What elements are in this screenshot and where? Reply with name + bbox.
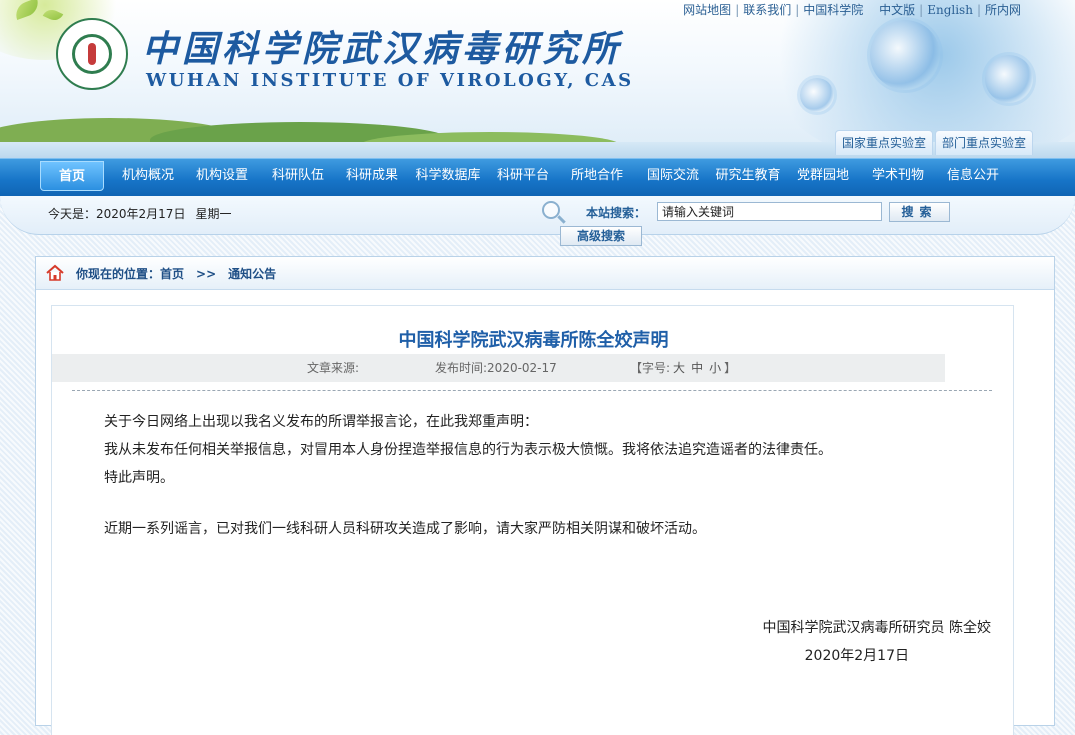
- article-paragraph: 近期一系列谣言，已对我们一线科研人员科研攻关造成了影响，请大家严防相关阴谋和破坏…: [104, 521, 706, 537]
- article-paragraph: 我从未发布任何相关举报信息，对冒用本人身份捏造举报信息的行为表示极大愤慨。我将依…: [104, 442, 832, 458]
- breadcrumb-home[interactable]: 你现在的位置：首页: [76, 267, 184, 281]
- today-date: 今天是：2020年2月17日 星期一: [48, 205, 231, 222]
- article-publish-time: 发布时间:2020-02-17: [435, 361, 557, 375]
- nav-research-team[interactable]: 科研队伍: [262, 159, 334, 197]
- article-paragraph: 关于今日网络上出现以我名义发布的所谓举报言论，在此我郑重声明：: [104, 414, 538, 430]
- search-label: 本站搜索：: [586, 206, 647, 220]
- today-weekday: 星期一: [195, 207, 232, 221]
- link-cas[interactable]: 中国科学院: [803, 3, 863, 17]
- article-signature: 中国科学院武汉病毒所研究员 陈全姣: [762, 620, 991, 636]
- breadcrumb-text: 你现在的位置：首页 >> 通知公告: [76, 265, 276, 282]
- advanced-search-button[interactable]: 高级搜索: [560, 226, 642, 246]
- link-contact[interactable]: 联系我们: [743, 3, 791, 17]
- search-icon: [542, 201, 560, 219]
- font-size-control: 【字号: 大中小】: [630, 361, 737, 375]
- site-title-en: WUHAN INSTITUTE OF VIROLOGY, CAS: [146, 70, 634, 91]
- main-nav: 首页 机构概况 机构设置 科研队伍 科研成果 科学数据库 科研平台 所地合作 国…: [0, 158, 1075, 197]
- font-size-small[interactable]: 小: [709, 361, 721, 375]
- nav-about[interactable]: 机构概况: [112, 159, 184, 197]
- top-links: 网站地图 | 联系我们 | 中国科学院 中文版 | English | 所内网: [683, 3, 1021, 17]
- divider: [72, 390, 992, 391]
- link-english[interactable]: English: [927, 3, 973, 17]
- font-size-large[interactable]: 大: [673, 361, 685, 375]
- article-body: 关于今日网络上出现以我名义发布的所谓举报言论，在此我郑重声明： 我从未发布任何相…: [104, 408, 984, 543]
- nav-home[interactable]: 首页: [40, 161, 104, 191]
- breadcrumb-separator: >>: [196, 267, 217, 281]
- article-signature-block: 中国科学院武汉病毒所研究员 陈全姣 2020年2月17日: [763, 614, 991, 670]
- search-input[interactable]: [657, 202, 882, 221]
- nav-research-platform[interactable]: 科研平台: [488, 159, 558, 197]
- nav-info-disclosure[interactable]: 信息公开: [938, 159, 1008, 197]
- virus-graphic: [985, 55, 1033, 103]
- home-icon: [46, 264, 64, 281]
- article-paragraph: 特此声明。: [104, 470, 174, 486]
- search-button[interactable]: 搜索: [889, 202, 950, 222]
- virus-graphic: [800, 78, 834, 112]
- institute-logo[interactable]: [56, 18, 128, 90]
- link-intranet[interactable]: 所内网: [985, 3, 1021, 17]
- nav-science-database[interactable]: 科学数据库: [412, 159, 484, 197]
- breadcrumb: 你现在的位置：首页 >> 通知公告: [36, 257, 1054, 290]
- site-title-cn: 中国科学院武汉病毒研究所: [142, 28, 623, 70]
- nav-graduate-education[interactable]: 研究生教育: [712, 159, 784, 197]
- tab-dept-key-lab[interactable]: 部门重点实验室: [935, 130, 1034, 155]
- virus-graphic: [870, 20, 940, 90]
- article-date: 2020年2月17日: [804, 648, 909, 664]
- nav-party[interactable]: 党群园地: [788, 159, 858, 197]
- link-sitemap[interactable]: 网站地图: [683, 3, 731, 17]
- nav-research-results[interactable]: 科研成果: [336, 159, 408, 197]
- today-label: 今天是：2020年2月17日: [48, 207, 186, 221]
- nav-departments[interactable]: 机构设置: [186, 159, 258, 197]
- site-banner: 中国科学院武汉病毒研究所 WUHAN INSTITUTE OF VIROLOGY…: [0, 0, 1075, 158]
- article-source: 文章来源:: [307, 361, 360, 375]
- article-meta: 文章来源: 发布时间:2020-02-17 【字号: 大中小】: [52, 354, 945, 382]
- nav-international[interactable]: 国际交流: [638, 159, 708, 197]
- font-size-medium[interactable]: 中: [691, 361, 703, 375]
- nav-journals[interactable]: 学术刊物: [862, 159, 934, 197]
- link-chinese[interactable]: 中文版: [879, 3, 915, 17]
- content-frame: 你现在的位置：首页 >> 通知公告 中国科学院武汉病毒所陈全姣声明 文章来源: 发布…: [35, 256, 1055, 735]
- tab-national-key-lab[interactable]: 国家重点实验室: [835, 130, 934, 155]
- article: 中国科学院武汉病毒所陈全姣声明 文章来源: 发布时间:2020-02-17 【字…: [51, 305, 1014, 735]
- nav-local-cooperation[interactable]: 所地合作: [562, 159, 632, 197]
- article-title: 中国科学院武汉病毒所陈全姣声明: [398, 330, 669, 351]
- breadcrumb-current[interactable]: 通知公告: [228, 267, 276, 281]
